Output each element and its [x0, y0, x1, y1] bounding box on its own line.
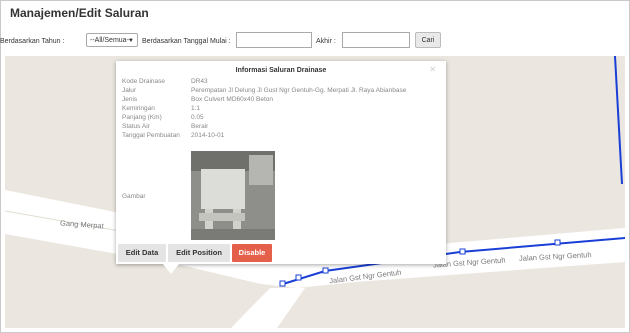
gambar-label: Gambar — [122, 193, 146, 200]
field-value: 1:1 — [191, 105, 201, 112]
field-label: Tanggal Pembuatan — [122, 132, 180, 139]
disable-button[interactable]: Disable — [232, 244, 272, 262]
akhir-input[interactable] — [342, 32, 410, 48]
field-label: Kode Drainase — [122, 78, 165, 85]
field-label: Panjang (Km) — [122, 114, 162, 121]
field-row: Kode Drainase DR43 — [122, 78, 208, 85]
field-label: Kemiringan — [122, 105, 155, 112]
edit-position-button[interactable]: Edit Position — [168, 244, 230, 262]
page-title: Manajemen/Edit Saluran — [10, 6, 149, 20]
popup-title: Informasi Saluran Drainase — [235, 67, 327, 74]
drainage-line-2 — [614, 56, 623, 185]
field-label: Jenis — [122, 96, 138, 103]
cari-button[interactable]: Cari — [415, 32, 441, 48]
field-label: Status Air — [122, 123, 150, 130]
field-row: Tanggal Pembuatan 2014-10-01 — [122, 132, 224, 139]
tahun-select-value: --All/Semua-- — [90, 37, 132, 44]
field-row: Jenis Box Culvert MD60x40 Beton — [122, 96, 273, 103]
tanggal-label: Berdasarkan Tanggal Mulai : — [142, 38, 231, 45]
tahun-label: Berdasarkan Tahun : — [0, 38, 65, 45]
akhir-label: Akhir : — [316, 38, 336, 45]
field-row: Status Air Berair — [122, 123, 208, 130]
field-value: 2014-10-01 — [191, 132, 225, 139]
filter-bar: Berdasarkan Tahun : --All/Semua-- ▼ Berd… — [0, 30, 630, 54]
field-value: DR43 — [191, 78, 208, 85]
close-icon[interactable]: ✕ — [429, 65, 436, 74]
field-value: Perempatan Jl Delung Jl Gust Ngr Gentuh-… — [191, 87, 407, 94]
tanggal-mulai-input[interactable] — [236, 32, 312, 48]
field-row: Panjang (Km) 0.05 — [122, 114, 204, 121]
edit-data-button[interactable]: Edit Data — [118, 244, 166, 262]
chevron-down-icon: ▼ — [128, 38, 134, 44]
field-row: Kemiringan 1:1 — [122, 105, 200, 112]
field-row: Jalur Perempatan Jl Delung Jl Gust Ngr G… — [122, 87, 406, 94]
info-popup: Informasi Saluran Drainase ✕ Kode Draina… — [116, 61, 446, 264]
field-value: Berair — [191, 123, 209, 130]
drainage-photo — [191, 151, 275, 240]
tahun-select[interactable]: --All/Semua-- ▼ — [86, 33, 138, 47]
field-value: Box Culvert MD60x40 Beton — [191, 96, 274, 103]
field-label: Jalur — [122, 87, 137, 94]
popup-pointer — [163, 264, 179, 274]
field-value: 0.05 — [191, 114, 204, 121]
